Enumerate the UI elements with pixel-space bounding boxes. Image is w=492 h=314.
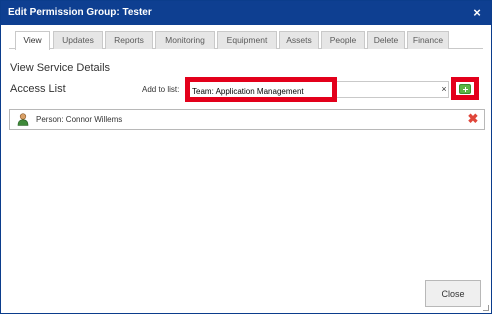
add-to-list-highlight (185, 77, 337, 102)
add-button-highlight (451, 77, 479, 100)
tab-view[interactable]: View (15, 31, 50, 50)
close-button[interactable]: Close (425, 280, 481, 307)
tab-people[interactable]: People (321, 31, 365, 49)
tab-monitoring[interactable]: Monitoring (155, 31, 215, 49)
add-to-list-input[interactable] (192, 85, 332, 97)
add-to-list-field-border (337, 81, 449, 98)
remove-icon[interactable]: ✖ (467, 112, 479, 126)
add-to-list-label: Add to list: (142, 85, 180, 94)
section-title: View Service Details (10, 62, 111, 74)
person-icon (17, 113, 29, 126)
add-icon[interactable] (459, 84, 471, 94)
list-item-label: Person: Connor Willems (36, 115, 123, 124)
tab-delete[interactable]: Delete (367, 31, 405, 49)
tab-bar: View Updates Reports Monitoring Equipmen… (9, 31, 483, 50)
dialog-titlebar: Edit Permission Group: Tester × (1, 1, 491, 25)
clear-input-icon[interactable]: × (439, 84, 449, 94)
tab-finance[interactable]: Finance (407, 31, 449, 49)
tab-equipment[interactable]: Equipment (217, 31, 277, 49)
edit-permission-group-dialog: Edit Permission Group: Tester × View Upd… (0, 0, 492, 314)
access-list: Person: Connor Willems ✖ (9, 109, 485, 130)
tab-reports[interactable]: Reports (105, 31, 153, 49)
tab-assets[interactable]: Assets (279, 31, 319, 49)
resize-grip-icon[interactable] (483, 305, 489, 311)
dialog-close-icon[interactable]: × (470, 6, 484, 20)
access-list-title: Access List (10, 83, 66, 95)
tab-updates[interactable]: Updates (53, 31, 103, 49)
dialog-title: Edit Permission Group: Tester (8, 7, 152, 18)
